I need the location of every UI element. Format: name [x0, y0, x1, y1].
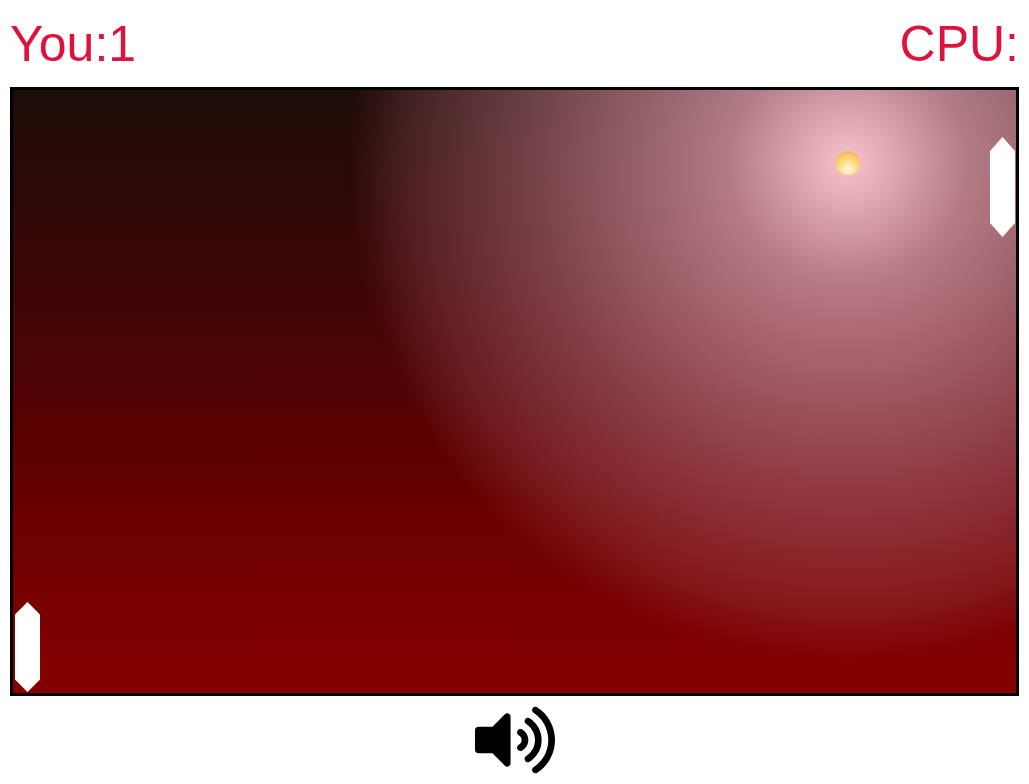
cpu-paddle	[990, 137, 1015, 237]
score-label: You:1	[10, 19, 136, 69]
light-glow	[13, 90, 1016, 693]
ball	[836, 151, 860, 175]
speaker-icon[interactable]	[475, 700, 555, 780]
pong-page: You:1 CPU:	[0, 0, 1029, 784]
score-label: CPU:	[900, 19, 1019, 69]
scoreboard: You:1 CPU:	[0, 0, 1029, 87]
player-paddle[interactable]	[15, 602, 40, 692]
game-canvas[interactable]	[10, 87, 1019, 696]
sound-toggle-button[interactable]	[475, 700, 555, 780]
sound-bar	[0, 696, 1029, 784]
